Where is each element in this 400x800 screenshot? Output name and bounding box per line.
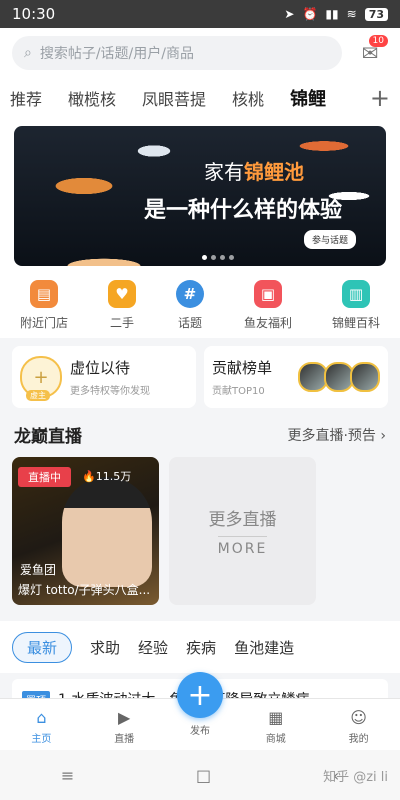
banner[interactable]: 家有锦鲤池 是一种什么样的体验 参与话题 bbox=[14, 126, 386, 266]
banner-line2: 是一种什么样的体验 bbox=[144, 198, 343, 223]
tv-icon: ▶ bbox=[118, 707, 131, 727]
chevron-right-icon: › bbox=[380, 427, 386, 444]
join-topic-button[interactable]: 参与话题 bbox=[303, 230, 356, 249]
status-icons: ➤ ⏰ ▮▮ ≋ 73 bbox=[284, 7, 388, 21]
nav-live[interactable]: ▶ 直播 bbox=[94, 707, 154, 751]
live-badge: 直播中 bbox=[18, 467, 71, 487]
live-author: 爱鱼团 bbox=[20, 563, 57, 577]
shop-icon: ▦ bbox=[268, 707, 284, 727]
rank-title: 贡献榜单 bbox=[212, 359, 273, 377]
feed-tab-disease[interactable]: 疾病 bbox=[186, 637, 216, 658]
category-second-hand[interactable]: ♥ 二手 bbox=[107, 279, 136, 331]
live-section-title: 龙巅直播 bbox=[14, 427, 82, 447]
nav-home[interactable]: ⌂ 主页 bbox=[11, 707, 71, 751]
search-icon: ⌕ bbox=[24, 45, 32, 61]
handshake-icon: ♥ bbox=[107, 279, 136, 308]
nav-shop[interactable]: ▦ 商城 bbox=[246, 707, 306, 751]
seat-subtitle: 更多特权等你发现 bbox=[70, 386, 150, 397]
viewer-count: 🔥11.5万 bbox=[82, 470, 132, 483]
seat-avatar: + 虚主 bbox=[20, 356, 62, 401]
search-row: ⌕ 搜索帖子/话题/用户/商品 ✉ 10 bbox=[0, 28, 400, 78]
alarm-icon: ⏰ bbox=[302, 7, 318, 21]
category-topics[interactable]: # 话题 bbox=[175, 279, 204, 331]
book-icon: ▥ bbox=[341, 279, 370, 308]
feed-tab-pond-building[interactable]: 鱼池建造 bbox=[234, 637, 294, 658]
live-title: 爆灯 totto/子弹头八盒... bbox=[18, 583, 151, 597]
gift-icon: ▣ bbox=[253, 279, 282, 308]
live-section-header: 龙巅直播 更多直播·预告 › bbox=[0, 416, 400, 453]
rank-avatars bbox=[298, 362, 380, 392]
nav-me[interactable]: ☺ 我的 bbox=[329, 707, 389, 751]
wifi-icon: ≋ bbox=[346, 7, 357, 21]
tab-bodhi[interactable]: 凤眼菩提 bbox=[142, 86, 206, 110]
hashtag-icon: # bbox=[175, 279, 204, 308]
bottom-nav: ⌂ 主页 ▶ 直播 + 发布 ▦ 商城 ☺ 我的 bbox=[0, 672, 400, 751]
status-bar: 10:30 ➤ ⏰ ▮▮ ≋ 73 bbox=[0, 0, 400, 28]
category-welfare[interactable]: ▣ 鱼友福利 bbox=[244, 279, 292, 331]
menu-icon[interactable]: ≡ bbox=[61, 766, 74, 785]
feed-tabs: 最新 求助 经验 疾病 鱼池建造 bbox=[0, 621, 400, 673]
live-list: 直播中 🔥11.5万 爱鱼团 爆灯 totto/子弹头八盒... 更多直播 MO… bbox=[0, 453, 400, 609]
tab-walnut[interactable]: 核桃 bbox=[232, 86, 264, 110]
category-encyclopedia[interactable]: ▥ 锦鲤百科 bbox=[332, 279, 380, 331]
store-icon: ▤ bbox=[29, 279, 58, 308]
message-badge: 10 bbox=[368, 35, 388, 47]
banner-line1: 家有锦鲤池 bbox=[204, 160, 304, 184]
user-icon: ☺ bbox=[350, 707, 367, 727]
search-input[interactable]: ⌕ 搜索帖子/话题/用户/商品 bbox=[12, 36, 342, 70]
signal-icon: ▮▮ bbox=[325, 7, 339, 21]
watermark: 知乎 @zi li bbox=[323, 770, 388, 785]
home-square-icon[interactable]: □ bbox=[196, 766, 211, 785]
rank-subtitle: 贡献TOP10 bbox=[212, 386, 265, 397]
plus-icon: + bbox=[176, 672, 223, 718]
streamer-image bbox=[62, 477, 152, 587]
feed-tab-latest[interactable]: 最新 bbox=[12, 631, 73, 663]
banner-section: 家有锦鲤池 是一种什么样的体验 参与话题 bbox=[0, 118, 400, 272]
seat-title: 虚位以待 bbox=[70, 359, 131, 377]
more-live-card[interactable]: 更多直播 MORE bbox=[169, 457, 316, 605]
add-tab-icon[interactable]: + bbox=[370, 84, 390, 112]
home-icon: ⌂ bbox=[36, 707, 47, 727]
tab-koi[interactable]: 锦鲤 bbox=[290, 85, 326, 111]
banner-dots bbox=[202, 255, 234, 260]
message-button[interactable]: ✉ 10 bbox=[352, 35, 388, 71]
feed-tab-experience[interactable]: 经验 bbox=[138, 637, 168, 658]
category-tabs: 推荐 橄榄核 凤眼菩提 核桃 锦鲤 + bbox=[0, 78, 400, 118]
nav-publish[interactable]: + 发布 bbox=[176, 672, 223, 737]
status-time: 10:30 bbox=[12, 5, 56, 23]
tab-olive-pit[interactable]: 橄榄核 bbox=[68, 86, 116, 110]
rank-card[interactable]: 贡献榜单 贡献TOP10 bbox=[204, 346, 388, 408]
live-card[interactable]: 直播中 🔥11.5万 爱鱼团 爆灯 totto/子弹头八盒... bbox=[12, 457, 159, 605]
category-grid: ▤ 附近门店 ♥ 二手 # 话题 ▣ 鱼友福利 ▥ 锦鲤百科 bbox=[0, 272, 400, 338]
feature-cards: + 虚主 虚位以待 更多特权等你发现 贡献榜单 贡献TOP10 bbox=[0, 338, 400, 416]
search-placeholder: 搜索帖子/话题/用户/商品 bbox=[39, 46, 194, 62]
avatar bbox=[350, 362, 380, 392]
location-icon: ➤ bbox=[284, 7, 295, 21]
feed-tab-help[interactable]: 求助 bbox=[90, 637, 120, 658]
more-live-link[interactable]: 更多直播·预告 › bbox=[287, 425, 386, 445]
tab-recommend[interactable]: 推荐 bbox=[10, 86, 42, 110]
battery-icon: 73 bbox=[364, 7, 388, 21]
seat-card[interactable]: + 虚主 虚位以待 更多特权等你发现 bbox=[12, 346, 196, 408]
category-nearby-stores[interactable]: ▤ 附近门店 bbox=[20, 279, 68, 331]
